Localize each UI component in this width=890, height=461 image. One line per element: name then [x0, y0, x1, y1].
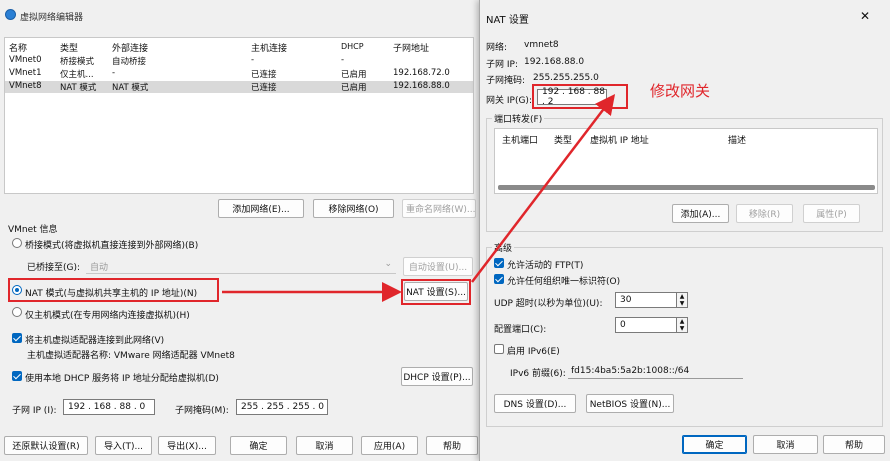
arrow-to-gateway [471, 94, 616, 283]
annotation-arrows [222, 94, 616, 302]
